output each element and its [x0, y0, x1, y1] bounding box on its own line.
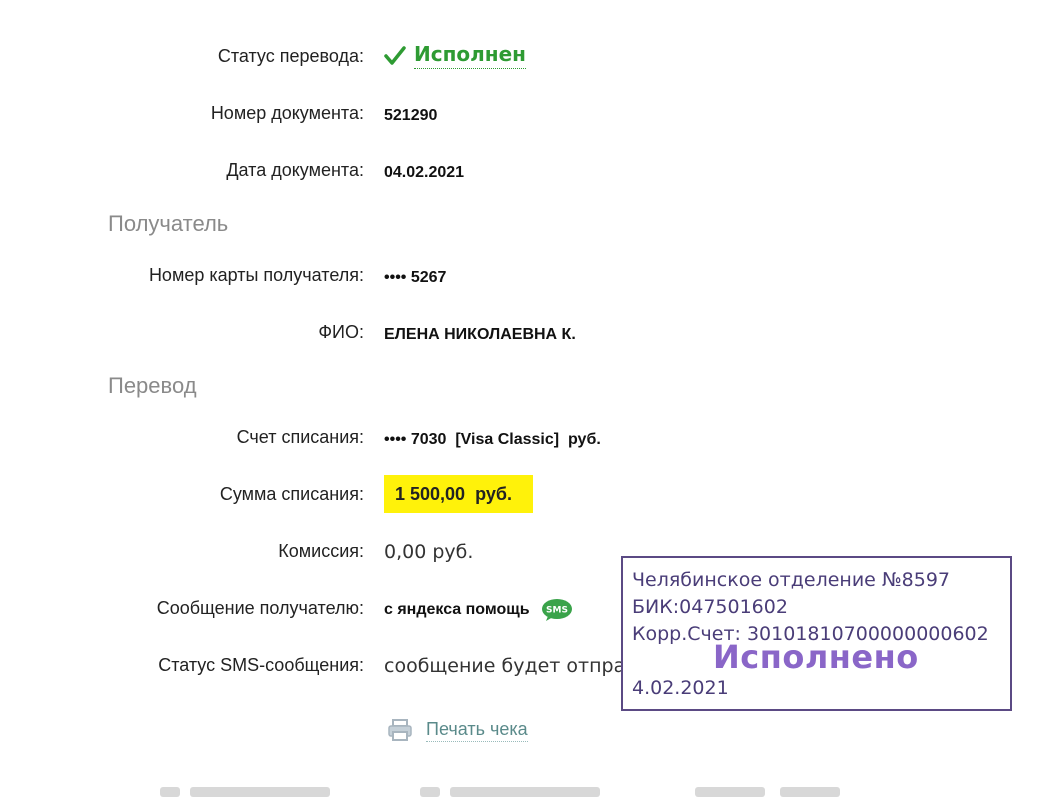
fee-label: Комиссия:	[278, 541, 364, 561]
recipient-card: •••• 5267	[384, 269, 447, 286]
status-label: Статус перевода:	[217, 46, 364, 66]
svg-text:SMS: SMS	[546, 606, 568, 616]
print-receipt-link[interactable]: Печать чека	[387, 718, 528, 742]
debit-account: •••• 7030 [Visa Classic] руб.	[384, 431, 601, 448]
recipient-message: с яндекса помощь SMS	[384, 598, 574, 622]
stamp-bik: БИК:047501602	[632, 596, 788, 618]
bottom-toolbar	[150, 785, 850, 797]
stamp-date: 4.02.2021	[632, 677, 729, 699]
debit-amount: 1 500,00 руб.	[384, 475, 533, 513]
recipient-section-title: Получатель	[108, 211, 229, 236]
recipient-message-text: с яндекса помощь	[384, 601, 530, 619]
document-number: 521290	[384, 107, 438, 124]
sms-icon: SMS	[542, 599, 573, 621]
print-receipt-label: Печать чека	[426, 719, 528, 742]
checkmark-icon	[384, 45, 406, 65]
message-label: Сообщение получателю:	[156, 598, 364, 618]
recipient-name-label: ФИО:	[318, 322, 364, 342]
debit-amount-label: Сумма списания:	[219, 484, 364, 504]
transfer-section-title: Перевод	[108, 373, 197, 398]
debit-account-label: Счет списания:	[236, 427, 364, 447]
document-date: 04.02.2021	[384, 164, 465, 181]
sms-status-label: Статус SMS-сообщения:	[158, 655, 364, 675]
bank-stamp: Челябинское отделение №8597 БИК:04750160…	[621, 556, 1012, 711]
recipient-card-label: Номер карты получателя:	[148, 265, 364, 285]
transfer-status: Исполнен	[384, 42, 527, 69]
document-number-label: Номер документа:	[210, 103, 364, 123]
fee-value: 0,00 руб.	[384, 541, 474, 563]
stamp-executed: Исполнено	[713, 638, 919, 676]
stamp-branch: Челябинское отделение №8597	[632, 569, 951, 591]
document-date-label: Дата документа:	[226, 160, 364, 180]
status-value: Исполнен	[414, 42, 527, 69]
printer-icon	[388, 719, 412, 741]
recipient-name: ЕЛЕНА НИКОЛАЕВНА К.	[384, 326, 576, 343]
